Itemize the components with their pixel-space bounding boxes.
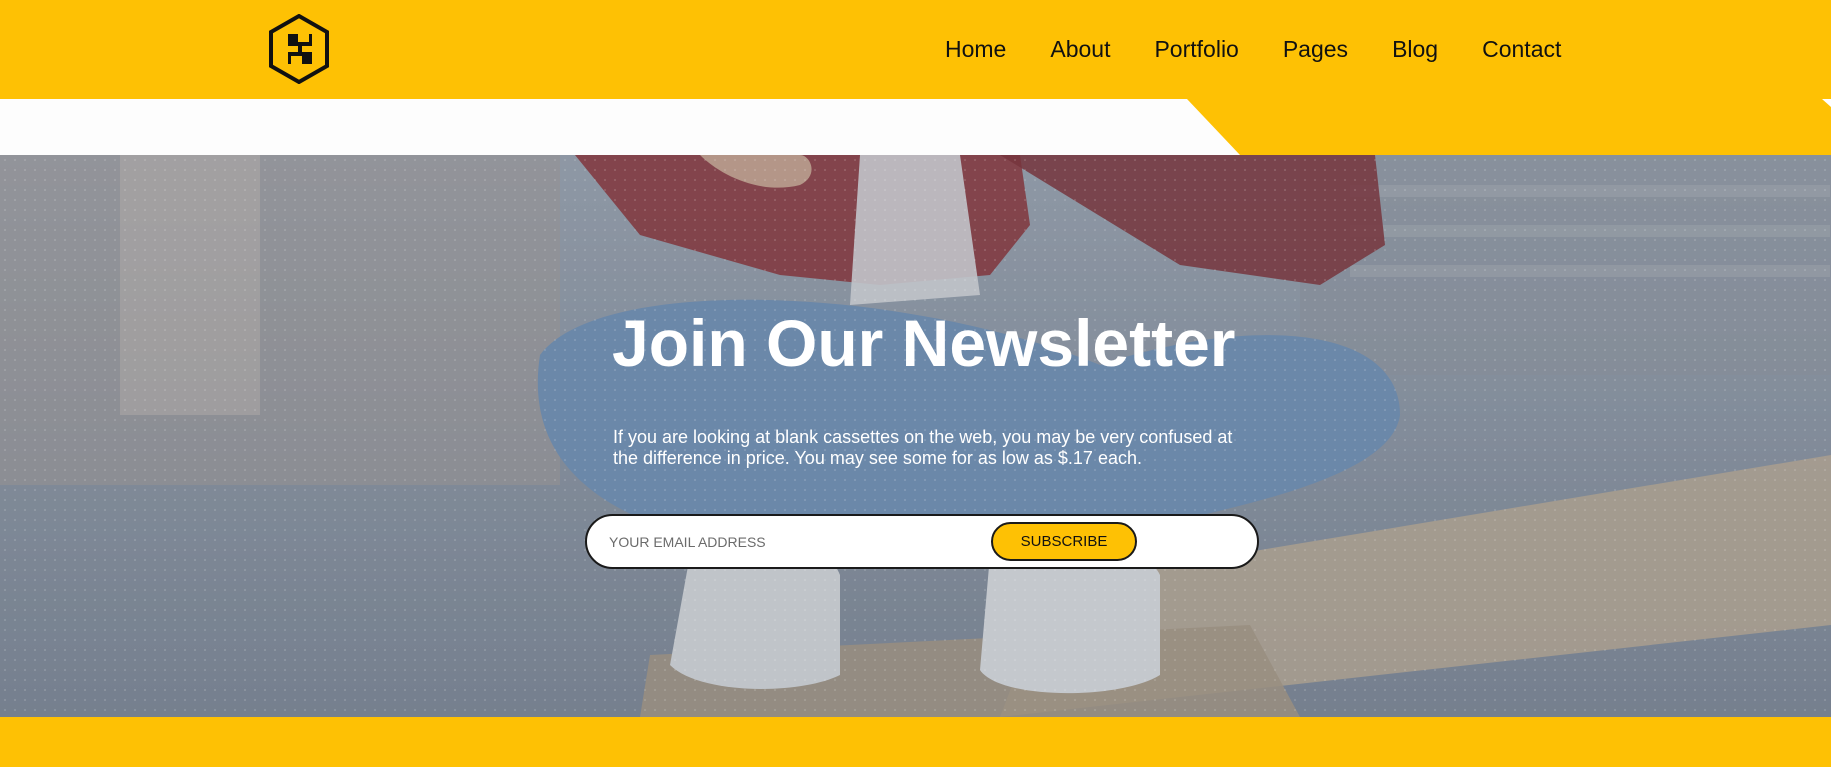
yellow-slant-shape	[1187, 99, 1831, 155]
newsletter-description: If you are looking at blank cassettes on…	[613, 427, 1233, 468]
footer-band	[0, 717, 1831, 767]
nav-portfolio[interactable]: Portfolio	[1154, 34, 1238, 64]
nav-about[interactable]: About	[1050, 34, 1110, 64]
decorative-strip	[0, 99, 1831, 155]
newsletter-form: SUBSCRIBE	[585, 514, 1259, 569]
email-input[interactable]	[609, 526, 969, 558]
subscribe-button[interactable]: SUBSCRIBE	[991, 522, 1137, 561]
main-nav: Home About Portfolio Pages Blog Contact	[945, 34, 1561, 64]
hexagon-s-logo-icon[interactable]	[268, 14, 330, 84]
nav-contact[interactable]: Contact	[1482, 34, 1561, 64]
site-header: Home About Portfolio Pages Blog Contact	[0, 0, 1831, 99]
nav-pages[interactable]: Pages	[1283, 34, 1348, 64]
nav-blog[interactable]: Blog	[1392, 34, 1438, 64]
newsletter-hero: Join Our Newsletter If you are looking a…	[0, 155, 1831, 717]
newsletter-title: Join Our Newsletter	[612, 306, 1236, 380]
nav-home[interactable]: Home	[945, 34, 1006, 64]
